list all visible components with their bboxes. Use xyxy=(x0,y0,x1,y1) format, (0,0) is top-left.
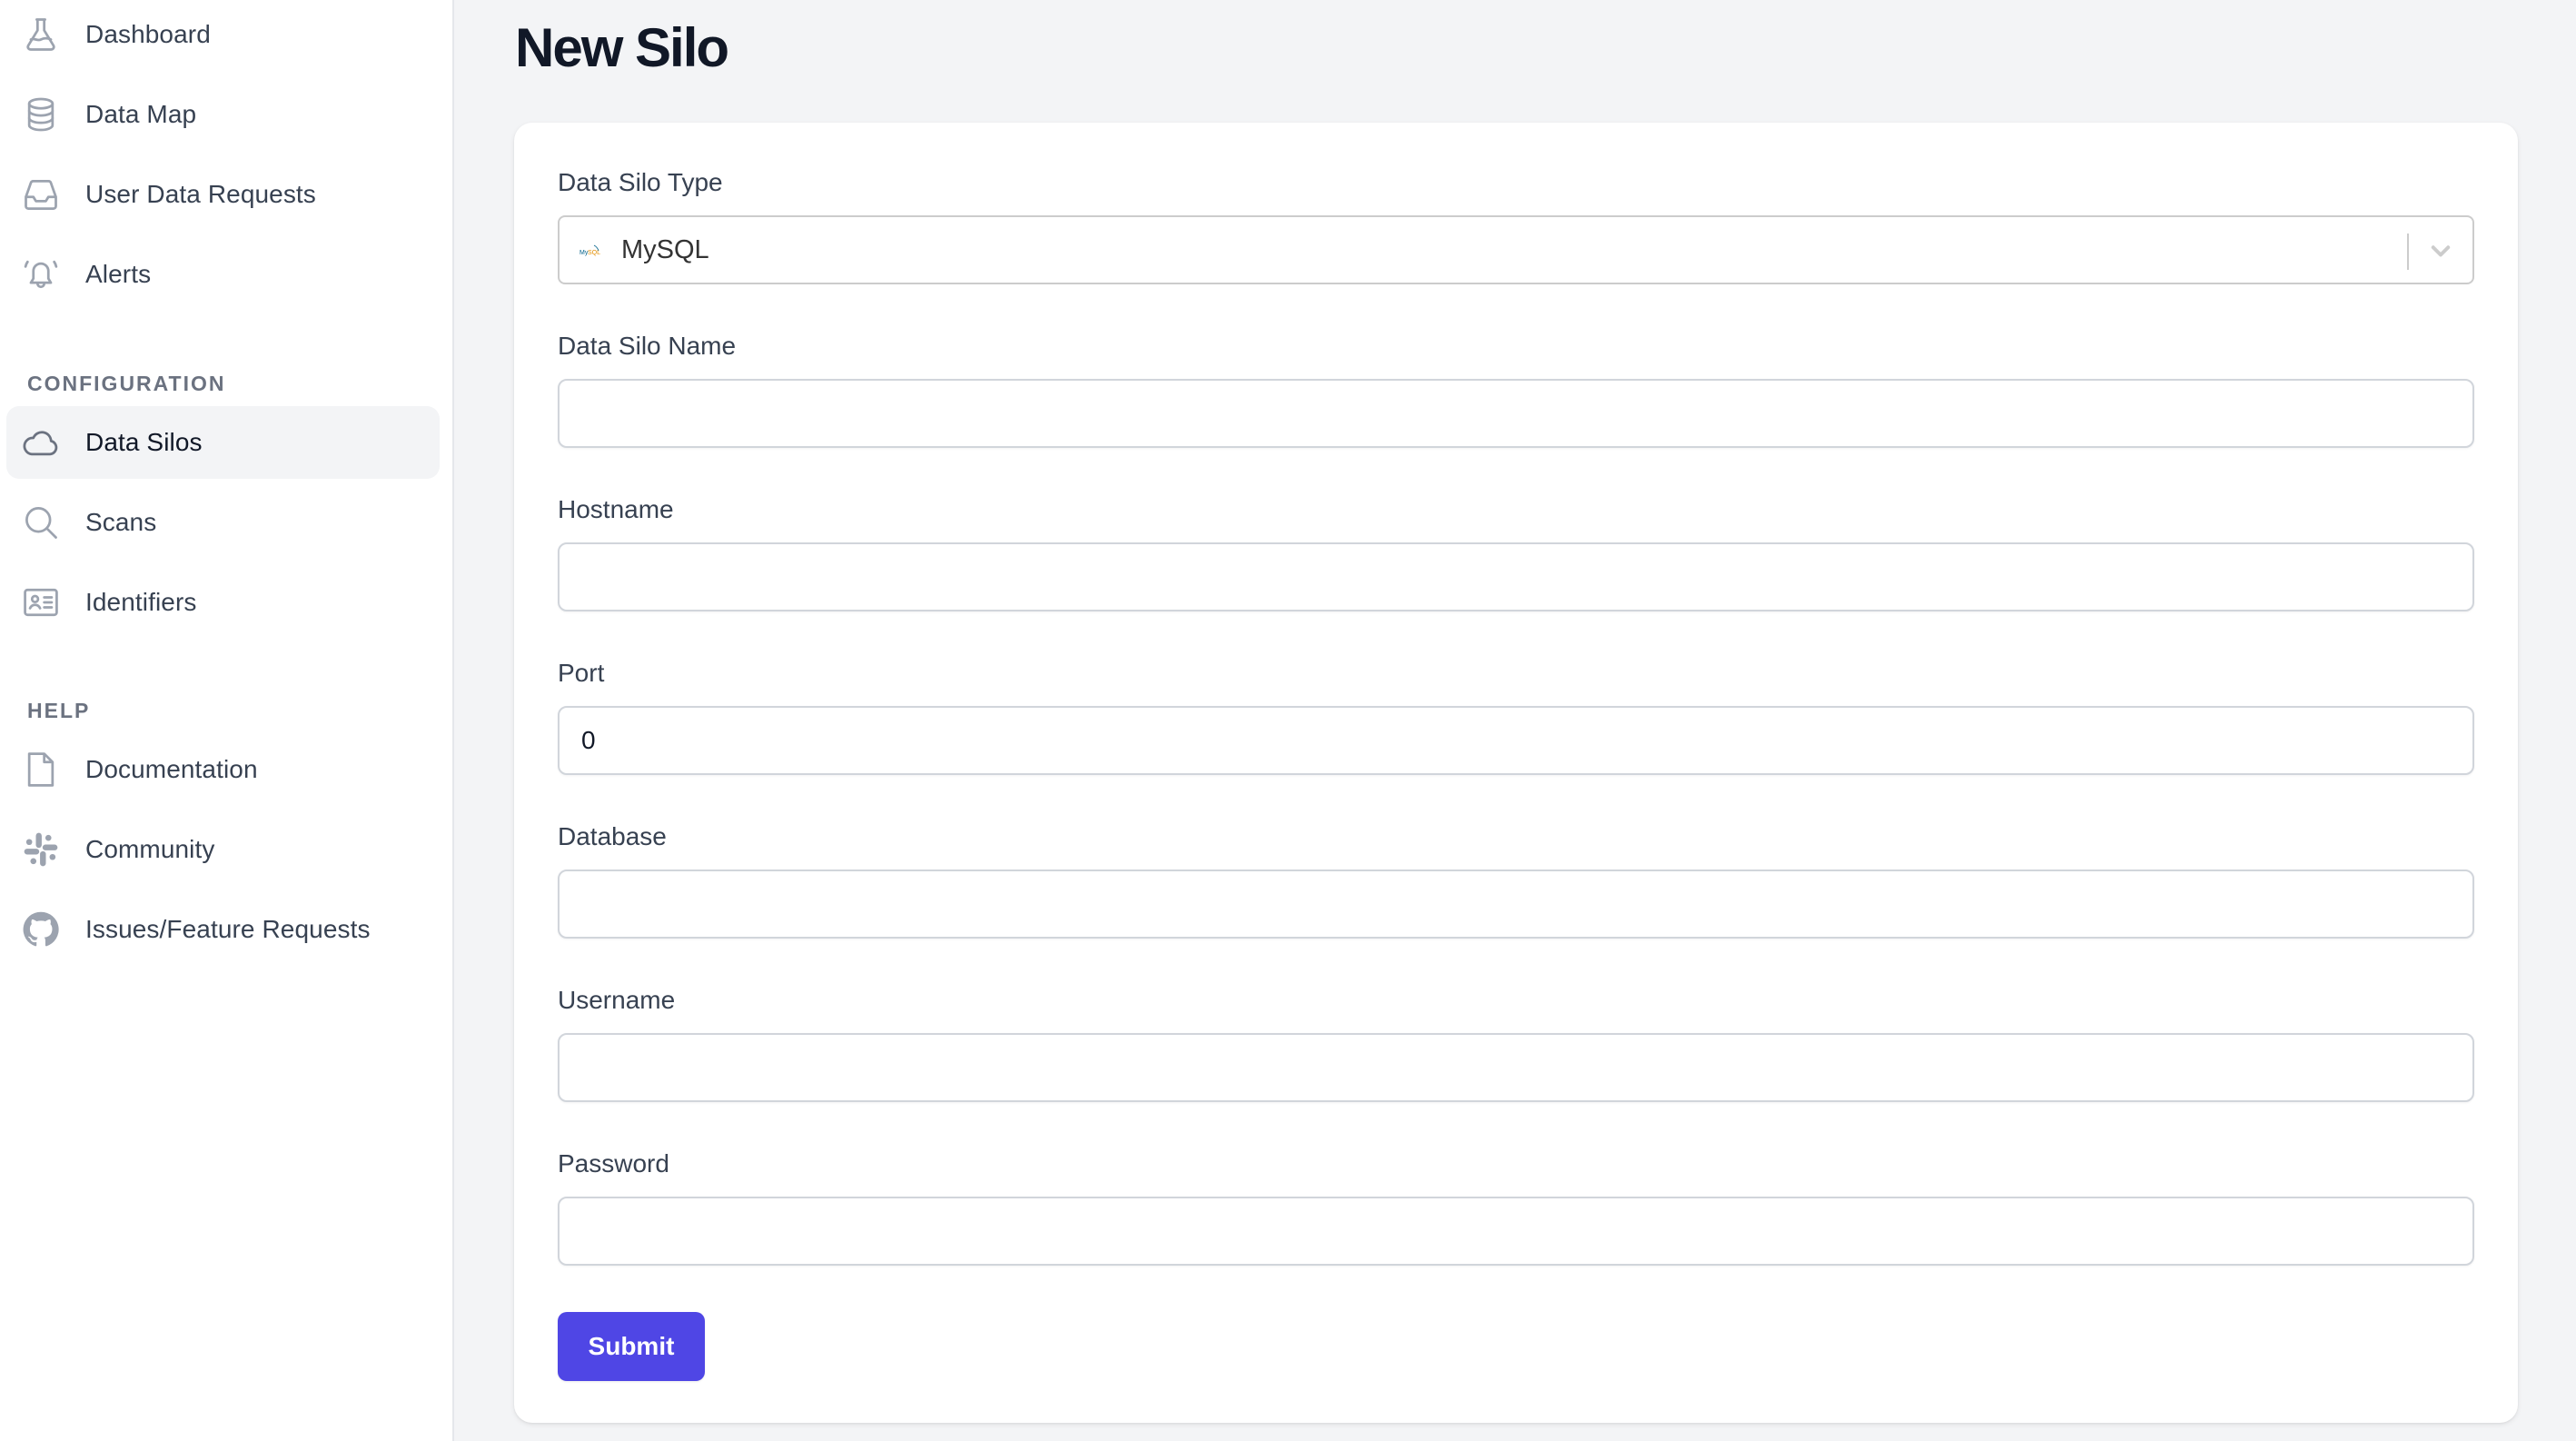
sidebar-item-label: Community xyxy=(85,835,215,863)
inbox-icon xyxy=(21,174,61,214)
sidebar-item-documentation[interactable]: Documentation xyxy=(6,733,440,806)
field-data-silo-name: Data Silo Name xyxy=(558,330,2474,448)
field-port: Port xyxy=(558,657,2474,775)
sidebar-item-identifiers[interactable]: Identifiers xyxy=(6,566,440,639)
sidebar-item-community[interactable]: Community xyxy=(6,813,440,886)
sidebar-item-data-map[interactable]: Data Map xyxy=(6,78,440,151)
sidebar-item-label: Data Map xyxy=(85,100,197,128)
data-silo-name-input[interactable] xyxy=(558,379,2474,448)
password-label: Password xyxy=(558,1149,669,1178)
data-silo-name-label: Data Silo Name xyxy=(558,332,737,360)
sidebar-item-data-silos[interactable]: Data Silos xyxy=(6,406,440,479)
port-label: Port xyxy=(558,659,605,687)
sidebar-item-label: Identifiers xyxy=(85,588,197,616)
app-root: Dashboard Data Map User Data Requests Al… xyxy=(0,0,2576,1441)
database-input[interactable] xyxy=(558,870,2474,939)
sidebar-item-dashboard[interactable]: Dashboard xyxy=(6,0,440,71)
sidebar-item-alerts[interactable]: Alerts xyxy=(6,238,440,311)
username-input[interactable] xyxy=(558,1033,2474,1102)
hostname-input[interactable] xyxy=(558,542,2474,611)
submit-button[interactable]: Submit xyxy=(558,1312,705,1381)
id-card-icon xyxy=(21,582,61,622)
section-title-configuration: CONFIGURATION xyxy=(27,372,226,395)
sidebar-item-issues-feature-requests[interactable]: Issues/Feature Requests xyxy=(6,893,440,966)
github-icon xyxy=(21,909,61,949)
hostname-label: Hostname xyxy=(558,495,674,523)
sidebar-item-label: Alerts xyxy=(85,260,152,288)
cloud-icon xyxy=(21,422,61,462)
beaker-icon xyxy=(21,15,61,55)
data-silo-type-label: Data Silo Type xyxy=(558,168,723,196)
password-input[interactable] xyxy=(558,1197,2474,1266)
data-silo-type-value: MySQL xyxy=(621,234,709,264)
search-icon xyxy=(21,502,61,542)
section-title-help: HELP xyxy=(27,699,91,722)
new-silo-form: Data Silo Type My SQL MySQL Data Silo Nam… xyxy=(514,123,2518,1423)
database-icon xyxy=(21,94,61,134)
slack-icon xyxy=(21,830,61,870)
sidebar-item-scans[interactable]: Scans xyxy=(6,486,440,559)
username-label: Username xyxy=(558,986,676,1014)
field-hostname: Hostname xyxy=(558,493,2474,611)
svg-text:SQL: SQL xyxy=(588,250,600,256)
field-username: Username xyxy=(558,984,2474,1102)
field-password: Password xyxy=(558,1148,2474,1266)
sidebar-item-label: Data Silos xyxy=(85,428,203,456)
mysql-logo-icon: My SQL xyxy=(580,241,603,259)
sidebar-item-label: Dashboard xyxy=(85,20,211,48)
data-silo-type-select[interactable]: My SQL MySQL xyxy=(558,215,2474,284)
bell-icon xyxy=(21,254,61,294)
field-data-silo-type: Data Silo Type My SQL MySQL xyxy=(558,166,2474,284)
sidebar-item-user-data-requests[interactable]: User Data Requests xyxy=(6,158,440,231)
sidebar-item-label: Documentation xyxy=(85,755,258,783)
sidebar: Dashboard Data Map User Data Requests Al… xyxy=(0,0,454,1441)
database-label: Database xyxy=(558,822,667,850)
chevron-down-icon[interactable] xyxy=(2427,237,2454,264)
select-separator xyxy=(2407,234,2409,270)
document-icon xyxy=(21,750,61,790)
sidebar-item-label: Issues/Feature Requests xyxy=(85,915,371,943)
sidebar-item-label: Scans xyxy=(85,508,157,536)
port-input[interactable] xyxy=(558,706,2474,775)
main-content: New Silo Data Silo Type My SQL MySQL Data… xyxy=(456,0,2576,1441)
page-title: New Silo xyxy=(515,17,729,78)
sidebar-item-label: User Data Requests xyxy=(85,180,316,208)
field-database: Database xyxy=(558,820,2474,939)
